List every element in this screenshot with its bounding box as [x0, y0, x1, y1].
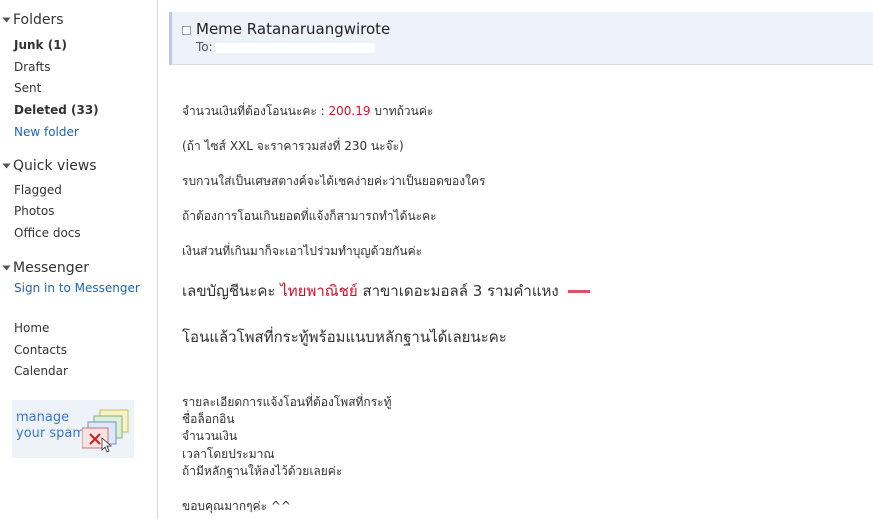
envelopes-icon — [82, 409, 129, 453]
collapse-arrow-icon — [2, 265, 11, 271]
folder-junk[interactable]: Junk (1) — [14, 38, 67, 52]
branch-name: สาขาเดอะมอลล์ 3 รามคำแหง — [362, 282, 559, 300]
manage-spam-line1: manage — [16, 410, 70, 425]
account-line: เลขบัญชีนะคะ ไทยพาณิชย์ สาขาเดอะมอลล์ 3 … — [182, 279, 860, 303]
sender-name[interactable]: Meme Ratanaruangwirote — [196, 20, 390, 38]
folder-drafts[interactable]: Drafts — [14, 60, 51, 74]
body-line-5: เงินส่วนที่เกินมาก็จะเอาไปร่วมทำบุญด้วยก… — [182, 244, 423, 258]
manage-spam-banner[interactable]: manage your spam — [12, 400, 134, 458]
message-header: Meme Ratanaruangwirote To: — [169, 12, 873, 65]
sidebar: Folders Junk (1) Drafts Sent Deleted (33… — [0, 0, 158, 519]
manage-spam-line2: your spam — [16, 426, 86, 441]
redacted-account-number — [567, 290, 590, 293]
detail-evidence: ถ้ามีหลักฐานให้ลงไว้ด้วยเลยค่ะ — [182, 464, 343, 478]
to-label: To: — [196, 40, 213, 54]
quick-views-title: Quick views — [13, 158, 97, 174]
calendar-link[interactable]: Calendar — [14, 364, 68, 378]
redacted-recipient — [214, 42, 375, 53]
account-prefix: เลขบัญชีนะคะ — [182, 282, 276, 300]
transfer-note: โอนแล้วโพสที่กระทู้พร้อมแนบหลักฐานได้เลย… — [182, 328, 507, 346]
quick-view-office-docs[interactable]: Office docs — [14, 226, 81, 240]
redacted-account-details — [589, 285, 860, 298]
messenger-sign-in-link[interactable]: Sign in to Messenger — [14, 281, 140, 295]
closing-line: ขอบคุณมากๆค่ะ ^^ — [182, 499, 291, 513]
body-line-3: รบกวนใส่เป็นเศษสตางค์จะได้เชคง่ายค่ะว่าเ… — [182, 174, 486, 188]
folder-sent[interactable]: Sent — [14, 81, 41, 95]
quick-view-photos[interactable]: Photos — [14, 204, 54, 218]
folder-deleted[interactable]: Deleted (33) — [14, 103, 99, 117]
messenger-title: Messenger — [13, 260, 90, 276]
home-link[interactable]: Home — [14, 321, 49, 335]
contacts-link[interactable]: Contacts — [14, 343, 67, 357]
amount-line: จำนวนเงินที่ต้องโอนนะคะ : 200.19 บาทถ้วน… — [182, 102, 433, 121]
amount-label: จำนวนเงินที่ต้องโอนนะคะ : — [182, 104, 325, 118]
quick-view-flagged[interactable]: Flagged — [14, 183, 62, 197]
expand-checkbox-icon[interactable] — [182, 26, 191, 35]
new-folder-link[interactable]: New folder — [14, 125, 79, 139]
detail-amount: จำนวนเงิน — [182, 429, 238, 443]
messenger-header[interactable]: Messenger — [2, 260, 90, 276]
amount-suffix: บาทถ้วนค่ะ — [374, 104, 434, 118]
amount-value: 200.19 — [328, 104, 371, 118]
collapse-arrow-icon — [2, 17, 11, 23]
body-line-4: ถ้าต้องการโอนเกินยอดที่แจ้งก็สามารถทำได้… — [182, 209, 437, 223]
folders-title: Folders — [13, 12, 64, 28]
manage-spam-text: manage your spam — [16, 410, 85, 442]
body-line-2: (ถ้า ไซส์ XXL จะราคารวมส่งที่ 230 นะจ๊ะ) — [182, 139, 404, 153]
to-line: To: — [196, 40, 375, 54]
collapse-arrow-icon — [2, 163, 11, 169]
quick-views-header[interactable]: Quick views — [2, 158, 97, 174]
folders-header[interactable]: Folders — [2, 12, 64, 28]
bank-name: ไทยพาณิชย์ — [280, 282, 358, 300]
